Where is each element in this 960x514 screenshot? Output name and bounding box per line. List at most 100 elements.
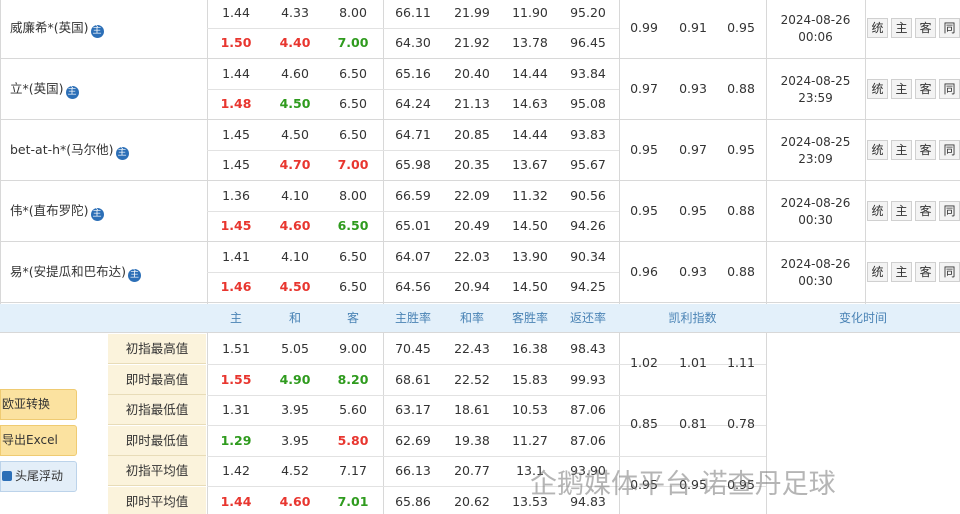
summary-cell: 5.60 [339, 402, 367, 417]
convert-odds-button[interactable]: 欧亚转换 [0, 389, 77, 420]
action-button[interactable]: 同 [939, 262, 960, 282]
summary-cell: 22.52 [454, 371, 490, 387]
update-date: 2024-08-26 [780, 257, 851, 271]
odds-live-cell: 6.50 [339, 279, 367, 294]
summary-cell: 65.86 [395, 493, 431, 509]
odds-live-cell: 64.30 [395, 35, 431, 50]
action-button[interactable]: 同 [939, 140, 960, 160]
summary-header-col: 和率 [459, 311, 484, 325]
odds-initial-cell: 4.10 [281, 188, 309, 203]
odds-live-cell: 1.45 [222, 157, 250, 172]
summary-row-label: 即时最高值 [108, 364, 206, 395]
summary-cell: 20.77 [454, 463, 490, 478]
odds-initial-cell: 4.10 [281, 249, 309, 264]
summary-header-col: 和 [288, 311, 301, 325]
float-header-toggle[interactable]: 头尾浮动 [0, 461, 77, 492]
summary-row-label: 初指最高值 [108, 334, 206, 364]
odds-live-cell: 7.00 [337, 35, 369, 50]
odds-initial-cell: 4.60 [281, 66, 309, 81]
odds-initial-cell: 93.83 [570, 127, 606, 142]
odds-live-cell: 94.26 [570, 218, 606, 233]
action-button[interactable]: 统 [867, 79, 888, 99]
odds-live-cell: 64.56 [395, 279, 431, 294]
summary-cell: 1.31 [222, 402, 250, 417]
kelly-cell: 0.88 [727, 203, 755, 218]
summary-cell: 1.44 [220, 493, 252, 509]
summary-header-col: 返还率 [569, 311, 606, 325]
grid-line-v [0, 0, 1, 304]
action-button[interactable]: 同 [939, 201, 960, 221]
action-button[interactable]: 主 [891, 79, 912, 99]
odds-initial-cell: 4.33 [281, 5, 309, 20]
kelly-cell: 0.93 [679, 264, 707, 279]
kelly-cell: 0.95 [679, 203, 707, 218]
company-name[interactable]: bet-at-h*(马尔他) 主 [10, 120, 129, 180]
odds-initial-cell: 8.00 [339, 188, 367, 203]
odds-live-cell: 94.25 [570, 279, 606, 294]
odds-live-cell: 6.50 [339, 96, 367, 111]
company-name-text[interactable]: 威廉希*(英国) [10, 20, 89, 35]
odds-live-cell: 64.24 [395, 96, 431, 111]
action-button[interactable]: 统 [867, 140, 888, 160]
main-badge-icon: 主 [90, 25, 104, 38]
odds-live-cell: 96.45 [570, 35, 606, 50]
company-name[interactable]: 伟*(直布罗陀) 主 [10, 181, 104, 241]
float-header-label: 头尾浮动 [15, 469, 64, 483]
odds-initial-cell: 95.20 [570, 5, 606, 20]
company-name[interactable]: 立*(英国) 主 [10, 59, 79, 119]
company-name-text[interactable]: 伟*(直布罗陀) [10, 203, 89, 218]
summary-row-label: 即时平均值 [108, 486, 206, 514]
odds-live-cell: 13.78 [512, 35, 548, 50]
export-excel-button[interactable]: 导出Excel [0, 425, 77, 456]
odds-initial-cell: 6.50 [339, 66, 367, 81]
action-button[interactable]: 客 [915, 18, 936, 38]
company-name-text[interactable]: 易*(安提瓜和巴布达) [10, 264, 126, 279]
summary-cell: 11.27 [512, 432, 548, 448]
summary-cell: 4.52 [281, 463, 309, 478]
company-name[interactable]: 易*(安提瓜和巴布达) 主 [10, 242, 142, 302]
action-button[interactable]: 客 [915, 201, 936, 221]
odds-live-cell: 7.00 [337, 157, 369, 172]
main-badge-icon: 主 [65, 86, 79, 99]
odds-initial-cell: 90.56 [570, 188, 606, 203]
summary-cell: 99.93 [570, 371, 606, 387]
summary-cell: 3.95 [281, 402, 309, 417]
action-button[interactable]: 客 [915, 79, 936, 99]
update-date: 2024-08-25 [780, 74, 851, 88]
odds-initial-cell: 6.50 [339, 249, 367, 264]
odds-initial-cell: 65.16 [395, 66, 431, 81]
odds-initial-cell: 22.09 [454, 188, 490, 203]
company-name[interactable]: 威廉希*(英国) 主 [10, 0, 104, 58]
odds-live-cell: 65.98 [395, 157, 431, 172]
action-button[interactable]: 主 [891, 201, 912, 221]
odds-initial-cell: 1.44 [222, 5, 250, 20]
odds-initial-cell: 11.90 [512, 5, 548, 20]
company-name-text[interactable]: bet-at-h*(马尔他) [10, 142, 114, 157]
kelly-cell: 0.88 [727, 264, 755, 279]
action-button[interactable]: 主 [891, 18, 912, 38]
summary-header-change-time: 变化时间 [838, 311, 887, 325]
odds-live-cell: 1.45 [220, 218, 252, 233]
odds-live-cell: 20.94 [454, 279, 490, 294]
company-name-text[interactable]: 立*(英国) [10, 81, 64, 96]
action-button[interactable]: 同 [939, 79, 960, 99]
summary-cell: 1.55 [220, 371, 252, 387]
kelly-cell: 0.91 [679, 20, 707, 35]
checkbox-icon[interactable] [2, 471, 12, 481]
action-button[interactable]: 客 [915, 262, 936, 282]
action-button[interactable]: 同 [939, 18, 960, 38]
odds-live-cell: 4.40 [279, 35, 311, 50]
action-button[interactable]: 主 [891, 262, 912, 282]
odds-initial-cell: 8.00 [339, 5, 367, 20]
summary-cell: 4.90 [279, 371, 311, 387]
summary-cell: 70.45 [395, 341, 431, 356]
odds-initial-cell: 66.11 [395, 5, 431, 20]
odds-initial-cell: 13.90 [512, 249, 548, 264]
summary-cell: 18.61 [454, 402, 490, 417]
action-button[interactable]: 主 [891, 140, 912, 160]
odds-initial-cell: 20.85 [454, 127, 490, 142]
action-button[interactable]: 客 [915, 140, 936, 160]
action-button[interactable]: 统 [867, 18, 888, 38]
action-button[interactable]: 统 [867, 262, 888, 282]
action-button[interactable]: 统 [867, 201, 888, 221]
